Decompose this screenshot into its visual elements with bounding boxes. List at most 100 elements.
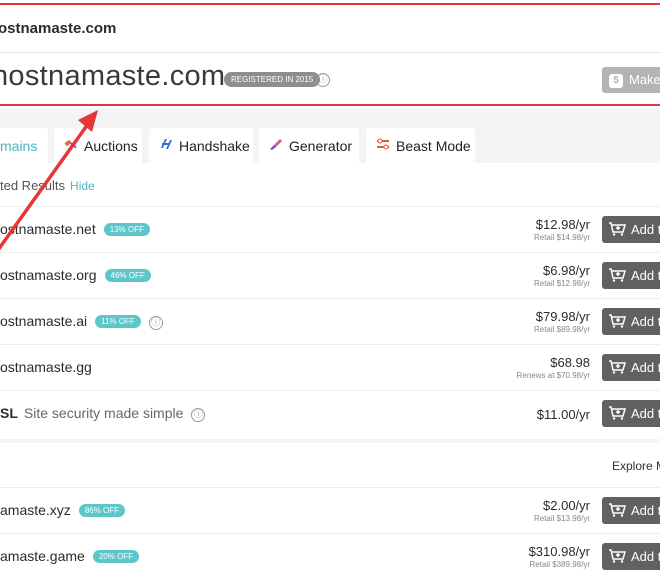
domain-name-label: amaste.game bbox=[0, 548, 85, 564]
add-to-cart-button[interactable]: Add t bbox=[602, 354, 660, 381]
info-icon[interactable]: ⓘ bbox=[316, 73, 330, 87]
beast-mode-icon bbox=[376, 129, 390, 165]
tab-beast-mode[interactable]: Beast Mode bbox=[366, 128, 475, 164]
add-to-cart-button[interactable]: Add t bbox=[602, 400, 660, 427]
add-to-cart-label: Add t bbox=[631, 406, 660, 421]
add-to-cart-button[interactable]: Add t bbox=[602, 543, 660, 570]
add-to-cart-label: Add t bbox=[631, 222, 660, 237]
tab-generator-label: Generator bbox=[289, 138, 353, 154]
tab-generator[interactable]: Generator bbox=[259, 128, 359, 164]
domain-name[interactable]: amaste.game 20% OFF bbox=[0, 548, 140, 564]
tab-auctions-label: Auctions bbox=[84, 138, 138, 154]
page: ostnamaste.com hostnamaste.com REGISTERE… bbox=[0, 0, 660, 577]
retail-price: Retail $12.98/yr bbox=[533, 279, 590, 288]
domain-name[interactable]: ostnamaste.net 13% OFF bbox=[0, 221, 150, 237]
cart-icon bbox=[609, 222, 626, 236]
hide-link[interactable]: Hide bbox=[70, 179, 95, 193]
retail-price: Retail $89.98/yr bbox=[533, 325, 590, 334]
discount-badge: 46% OFF bbox=[104, 269, 151, 282]
ssl-description: Site security made simple bbox=[23, 405, 184, 421]
tab-handshake-label: Handshake bbox=[179, 138, 250, 154]
explore-more-link[interactable]: Explore M bbox=[612, 459, 660, 473]
tab-beast-mode-label: Beast Mode bbox=[396, 138, 471, 154]
discount-badge: 11% OFF bbox=[95, 315, 141, 328]
price-value: $68.98 bbox=[550, 355, 590, 370]
price: $310.98/yr Retail $389.98/yr bbox=[529, 544, 590, 569]
add-to-cart-button[interactable]: Add t bbox=[602, 262, 660, 289]
cart-icon bbox=[609, 268, 626, 282]
tab-domains-label: mains bbox=[0, 138, 38, 154]
price: $12.98/yr Retail $14.98/yr bbox=[534, 217, 590, 242]
discount-badge: 13% OFF bbox=[103, 223, 150, 236]
domain-name[interactable]: ostnamaste.org 46% OFF bbox=[0, 267, 151, 283]
cart-icon bbox=[609, 360, 626, 374]
price: $79.98/yr Retail $89.98/yr bbox=[534, 309, 590, 334]
result-row: amaste.game 20% OFF $310.98/yr Retail $389… bbox=[0, 533, 660, 577]
discount-badge: 86% OFF bbox=[78, 504, 126, 517]
dollar-icon: $ bbox=[609, 73, 623, 88]
cart-icon bbox=[609, 503, 626, 517]
add-to-cart-label: Add t bbox=[631, 549, 660, 564]
result-row: ostnamaste.ai 11% OFF ⓘ $79.98/yr Retail $8… bbox=[0, 298, 660, 344]
price: $2.00/yr Retail $13.98/yr bbox=[534, 498, 590, 523]
price-value: $12.98/yr bbox=[535, 217, 590, 232]
price-value: $2.00/yr bbox=[543, 498, 590, 513]
result-row: SL Site security made simple ⓘ $11.00/yr A… bbox=[0, 390, 660, 436]
domain-name[interactable]: ostnamaste.ai 11% OFF ⓘ bbox=[0, 313, 163, 330]
retail-price: Retail $389.98/yr bbox=[529, 560, 590, 569]
discount-badge: 20% OFF bbox=[92, 550, 140, 563]
add-to-cart-label: Add t bbox=[631, 314, 660, 329]
result-row: amaste.xyz 86% OFF $2.00/yr Retail $13.98/… bbox=[0, 487, 660, 533]
retail-price: Retail $14.98/yr bbox=[533, 233, 590, 242]
price-value: $79.98/yr bbox=[535, 309, 590, 324]
add-to-cart-button[interactable]: Add t bbox=[602, 216, 660, 243]
price: $11.00/yr bbox=[537, 407, 590, 422]
price: $6.98/yr Retail $12.98/yr bbox=[534, 263, 590, 288]
retail-price: Retail $13.98/yr bbox=[533, 514, 590, 523]
result-row: ostnamaste.net 13% OFF $12.98/yr Retail $1… bbox=[0, 206, 660, 252]
cart-icon bbox=[609, 406, 626, 420]
generator-icon bbox=[269, 129, 283, 165]
info-icon[interactable]: ⓘ bbox=[148, 316, 163, 330]
handshake-icon bbox=[159, 129, 173, 165]
results-heading: ted Results Hide bbox=[0, 178, 95, 193]
renewal-price: Renews at $70.98/yr bbox=[516, 371, 590, 380]
domain-name[interactable]: amaste.xyz 86% OFF bbox=[0, 502, 126, 518]
breadcrumb-domain: ostnamaste.com bbox=[0, 20, 117, 37]
tab-domains[interactable]: mains bbox=[0, 128, 48, 164]
results-heading-label: ted Results bbox=[0, 178, 66, 193]
result-row: ostnamaste.gg $68.98 Renews at $70.98/yr … bbox=[0, 344, 660, 390]
domain-name-label: ostnamaste.ai bbox=[0, 313, 88, 329]
domain-name-label: ostnamaste.org bbox=[0, 267, 97, 283]
explore-more-card: Explore M amaste.xyz86% OFF $2.00/yrReta… bbox=[0, 443, 660, 577]
add-to-cart-button[interactable]: Add t bbox=[602, 308, 660, 335]
domain-name-label: amaste.xyz bbox=[0, 502, 71, 518]
ssl-product-name[interactable]: SL Site security made simple ⓘ bbox=[0, 405, 206, 422]
add-to-cart-label: Add t bbox=[631, 268, 660, 283]
add-to-cart-label: Add t bbox=[631, 360, 660, 375]
tab-auctions[interactable]: Auctions bbox=[54, 128, 142, 164]
make-offer-label: Make bbox=[629, 72, 660, 87]
cart-icon bbox=[609, 314, 626, 328]
registered-badge: REGISTERED IN 2015 bbox=[224, 72, 321, 87]
auction-icon bbox=[64, 129, 78, 165]
price: $68.98 Renews at $70.98/yr bbox=[517, 355, 590, 380]
info-icon[interactable]: ⓘ bbox=[191, 408, 206, 422]
add-to-cart-label: Add t bbox=[631, 503, 660, 518]
domain-header-card: ostnamaste.com hostnamaste.com REGISTERE… bbox=[0, 0, 660, 108]
add-to-cart-button[interactable]: Add t bbox=[602, 497, 660, 524]
tab-handshake[interactable]: Handshake bbox=[149, 128, 253, 164]
make-offer-button[interactable]: $ Make bbox=[602, 67, 660, 93]
result-row: ostnamaste.org 46% OFF $6.98/yr Retail $12… bbox=[0, 252, 660, 298]
suggested-results-card: ted Results Hide ostnamaste.net 13% OFF $1… bbox=[0, 163, 660, 439]
header-divider bbox=[0, 52, 660, 53]
price-value: $310.98/yr bbox=[528, 544, 590, 559]
price-value: $6.98/yr bbox=[543, 263, 590, 278]
price-value: $11.00/yr bbox=[536, 407, 590, 422]
cart-icon bbox=[609, 549, 626, 563]
domain-name-label: ostnamaste.net bbox=[0, 221, 96, 237]
domain-title: hostnamaste.com bbox=[0, 60, 226, 92]
domain-name[interactable]: ostnamaste.gg bbox=[0, 359, 92, 375]
domain-name-label: ostnamaste.gg bbox=[0, 359, 92, 375]
ssl-label: SL bbox=[0, 405, 18, 421]
